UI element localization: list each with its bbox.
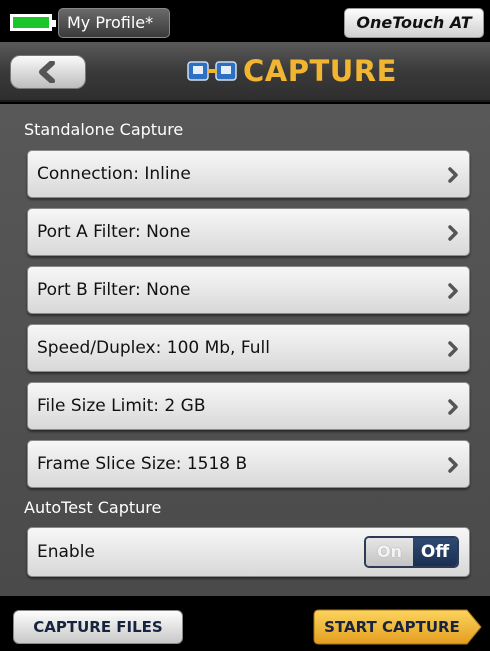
- back-button[interactable]: [10, 55, 86, 89]
- standalone-capture-heading: Standalone Capture: [24, 120, 184, 139]
- chevron-right-icon: [448, 399, 458, 415]
- capture-files-button[interactable]: CAPTURE FILES: [13, 610, 183, 644]
- frame-slice-size-button[interactable]: Frame Slice Size: 1518 B: [27, 440, 470, 488]
- autotest-capture-heading: AutoTest Capture: [24, 498, 162, 517]
- battery-icon: [10, 14, 56, 31]
- header-bar: CAPTURE: [0, 42, 490, 102]
- capture-settings-panel: Standalone Capture Connection: Inline Po…: [0, 104, 490, 596]
- toggle-on-option[interactable]: On: [366, 538, 413, 566]
- start-capture-label: START CAPTURE: [324, 618, 460, 636]
- port-b-filter-label: Port B Filter: None: [37, 280, 191, 300]
- port-a-filter-label: Port A Filter: None: [37, 222, 191, 242]
- file-size-limit-label: File Size Limit: 2 GB: [37, 396, 206, 416]
- start-capture-button[interactable]: START CAPTURE: [313, 609, 483, 645]
- chevron-left-icon: [39, 61, 55, 83]
- connection-button[interactable]: Connection: Inline: [27, 150, 470, 198]
- speed-duplex-label: Speed/Duplex: 100 Mb, Full: [37, 338, 270, 358]
- toggle-off-option[interactable]: Off: [413, 538, 457, 566]
- connection-label: Connection: Inline: [37, 164, 191, 184]
- device-name-tab[interactable]: OneTouch AT: [344, 8, 484, 38]
- enable-label: Enable: [37, 542, 95, 562]
- enable-toggle[interactable]: On Off: [364, 536, 459, 568]
- file-size-limit-button[interactable]: File Size Limit: 2 GB: [27, 382, 470, 430]
- chevron-right-icon: [448, 283, 458, 299]
- chevron-right-icon: [448, 167, 458, 183]
- autotest-enable-row: Enable On Off: [27, 527, 470, 577]
- port-a-filter-button[interactable]: Port A Filter: None: [27, 208, 470, 256]
- capture-icon: [187, 61, 237, 81]
- status-bar: My Profile* OneTouch AT: [0, 0, 490, 42]
- chevron-right-icon: [448, 457, 458, 473]
- chevron-right-icon: [448, 341, 458, 357]
- frame-slice-size-label: Frame Slice Size: 1518 B: [37, 454, 248, 474]
- chevron-right-icon: [448, 225, 458, 241]
- profile-tab[interactable]: My Profile*: [58, 8, 170, 38]
- page-title: CAPTURE: [243, 54, 397, 88]
- footer-bar: CAPTURE FILES START CAPTURE: [0, 596, 490, 651]
- speed-duplex-button[interactable]: Speed/Duplex: 100 Mb, Full: [27, 324, 470, 372]
- port-b-filter-button[interactable]: Port B Filter: None: [27, 266, 470, 314]
